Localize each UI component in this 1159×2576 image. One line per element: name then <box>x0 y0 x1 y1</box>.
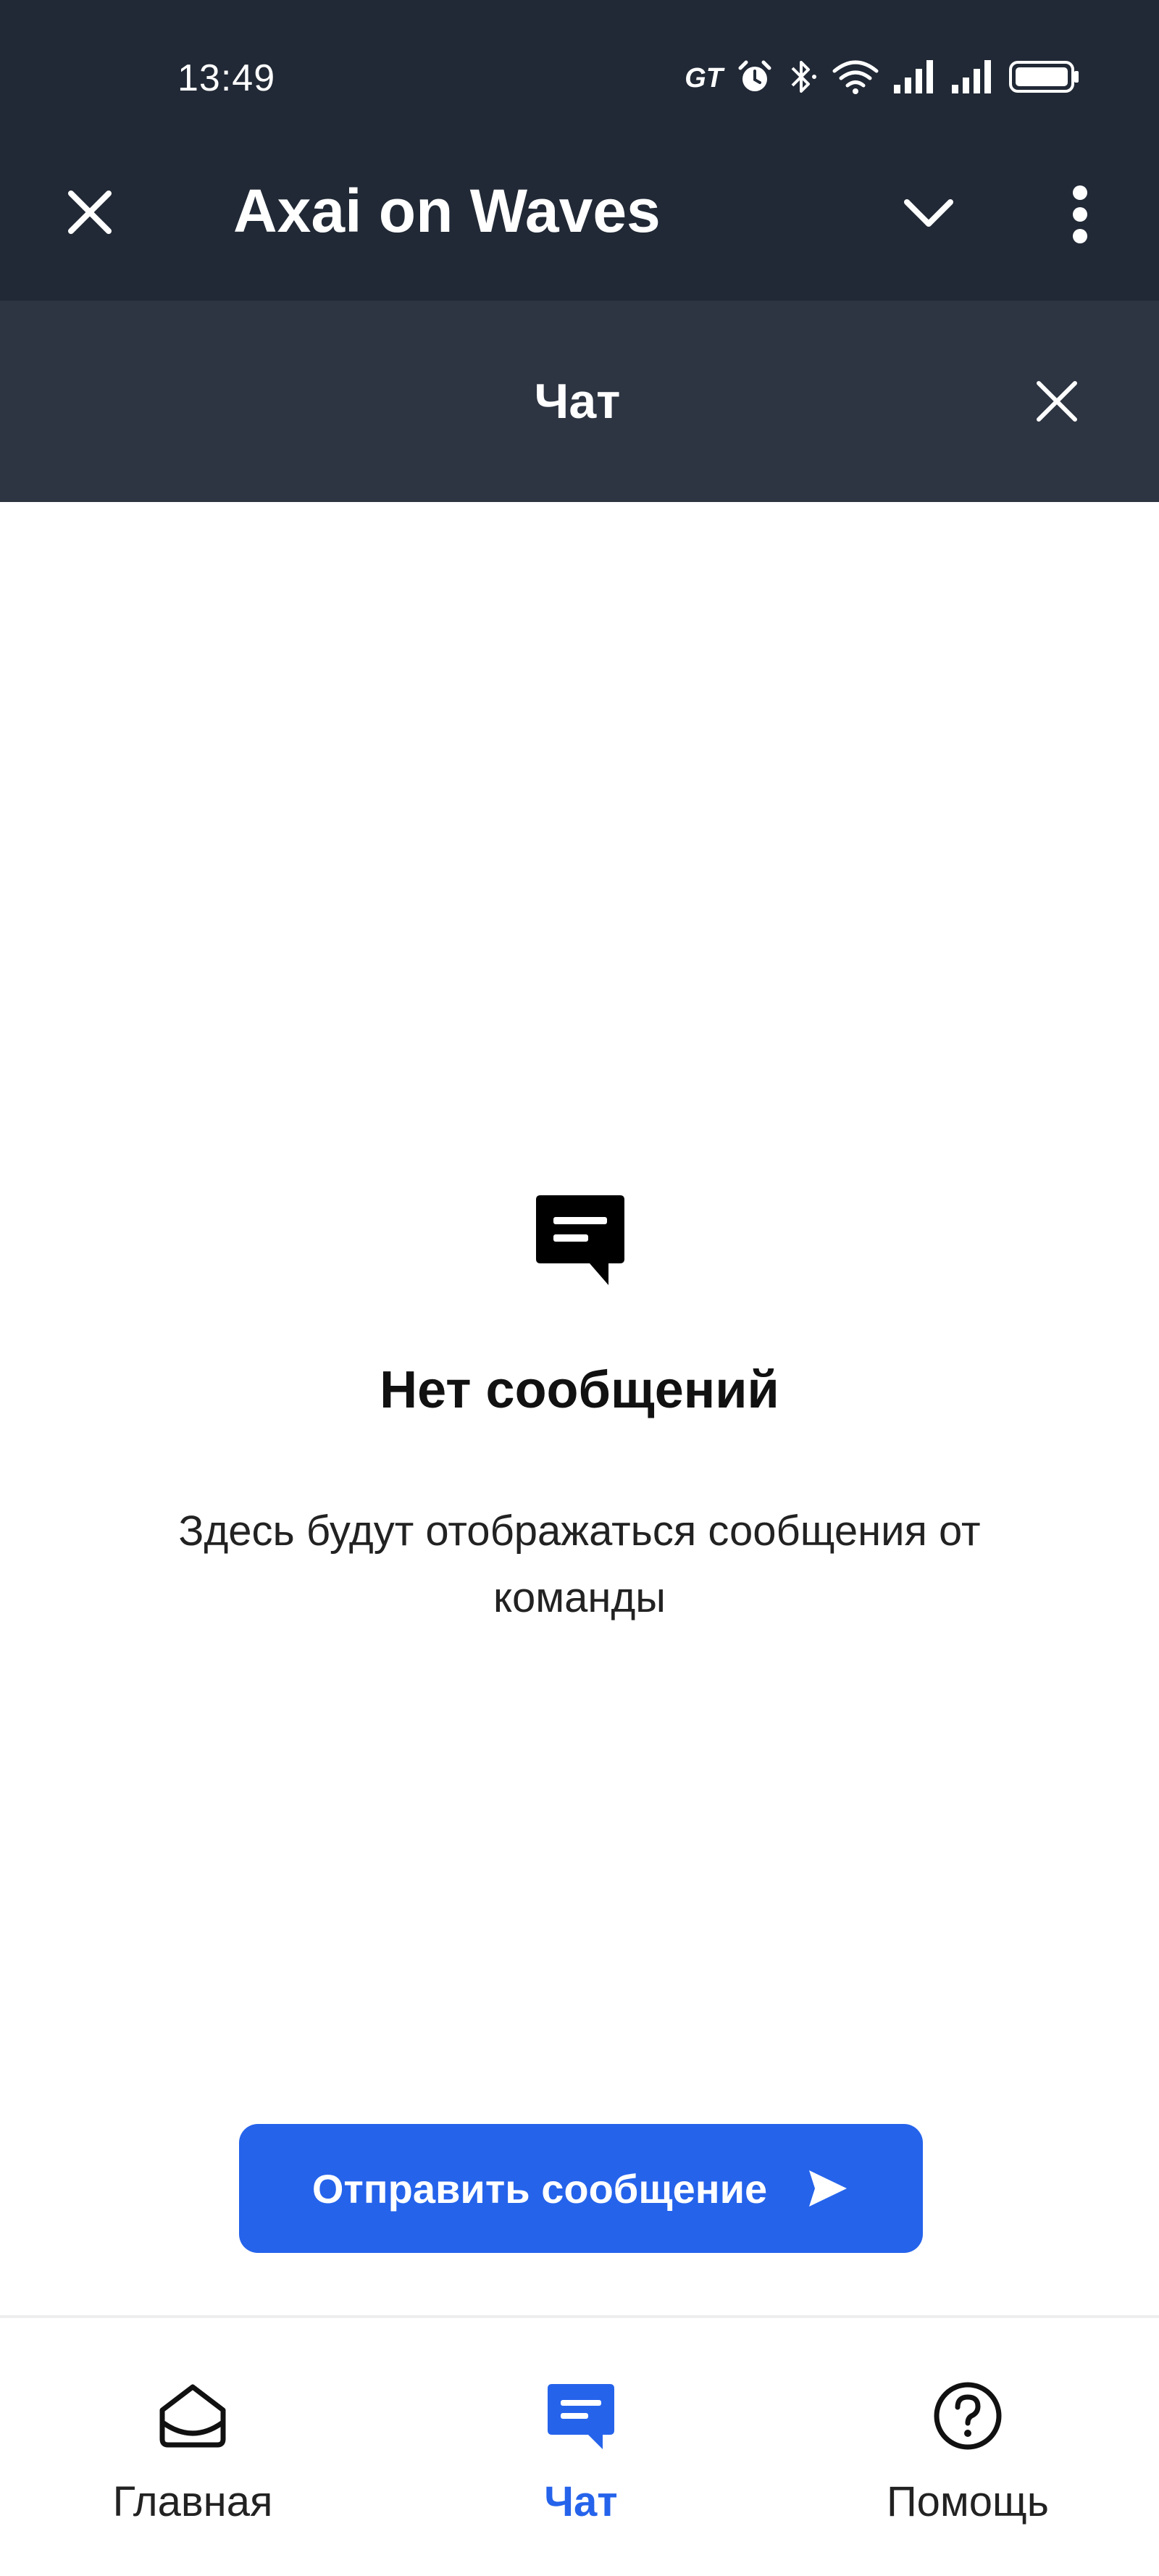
home-icon <box>153 2376 233 2456</box>
more-options-button[interactable] <box>1049 175 1111 254</box>
panel-title: Чат <box>534 374 621 429</box>
status-icons: GT <box>685 58 1081 99</box>
collapse-button[interactable] <box>892 176 965 248</box>
wifi-icon <box>832 58 879 99</box>
help-icon <box>928 2376 1008 2456</box>
close-button[interactable] <box>57 179 123 246</box>
empty-state-description: Здесь будут отображаться сообщения от ко… <box>178 1507 981 1621</box>
nav-label-help: Помощь <box>886 2478 1049 2525</box>
more-vertical-icon <box>1073 185 1087 243</box>
panel-close-button[interactable] <box>1023 367 1091 435</box>
header-title: Axai on Waves <box>233 177 661 245</box>
alarm-icon <box>736 58 774 99</box>
network-label: GT <box>685 62 723 93</box>
chat-icon <box>541 2376 621 2456</box>
signal-icon <box>950 59 995 99</box>
nav-label-home: Главная <box>112 2478 273 2525</box>
battery-icon <box>1008 58 1081 99</box>
send-message-label: Отправить сообщение <box>311 2165 768 2212</box>
empty-state-title: Нет сообщений <box>380 1361 779 1419</box>
bluetooth-icon <box>787 57 819 100</box>
app-screen: 13:49 GT Axai on Waves Чат Нет сообщений… <box>0 0 1159 2576</box>
message-icon <box>533 1192 627 1289</box>
app-header: Axai on Waves <box>0 134 1159 301</box>
close-icon <box>1037 381 1077 422</box>
send-message-button[interactable]: Отправить сообщение <box>239 2124 923 2253</box>
chevron-down-icon <box>904 199 953 227</box>
nav-item-help[interactable]: Помощь <box>837 2376 1098 2535</box>
close-icon <box>68 191 112 234</box>
panel-header: Чат <box>0 301 1159 502</box>
nav-item-home[interactable]: Главная <box>62 2376 323 2535</box>
nav-item-chat[interactable]: Чат <box>451 2376 711 2535</box>
signal-icon <box>892 59 937 99</box>
bottom-nav: Главная Чат Помощь <box>0 2318 1159 2576</box>
send-icon <box>809 2170 848 2207</box>
status-time: 13:49 <box>177 57 276 99</box>
nav-label-chat: Чат <box>544 2478 618 2525</box>
